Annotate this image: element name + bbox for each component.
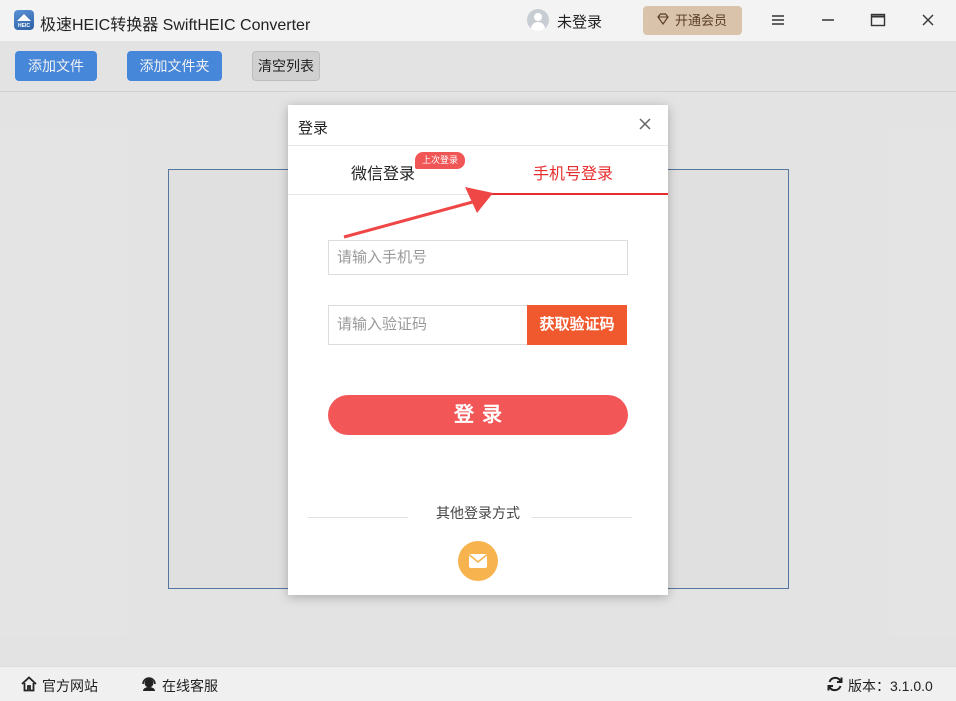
diamond-icon <box>657 13 669 25</box>
verification-code-input[interactable]: 请输入验证码 <box>328 305 528 345</box>
mail-login-button[interactable] <box>458 541 498 581</box>
maximize-icon[interactable] <box>869 11 887 29</box>
arrow-annotation <box>343 187 493 239</box>
online-service-link[interactable]: 在线客服 <box>162 676 218 696</box>
headset-icon[interactable] <box>140 675 158 693</box>
get-code-button[interactable]: 获取验证码 <box>527 305 627 345</box>
mail-icon <box>468 554 488 568</box>
menu-icon[interactable] <box>769 11 787 29</box>
home-icon[interactable] <box>20 675 38 693</box>
user-login-status[interactable]: 未登录 <box>557 11 602 32</box>
app-logo-text: HEIC <box>18 23 30 29</box>
other-login-methods-label: 其他登录方式 <box>436 505 520 521</box>
phone-input[interactable]: 请输入手机号 <box>328 240 628 275</box>
dialog-title: 登录 <box>298 120 329 137</box>
vip-button-label: 开通会员 <box>675 13 728 28</box>
app-title: 极速HEIC转换器 SwiftHEIC Converter <box>40 17 311 34</box>
login-button[interactable]: 登录 <box>328 395 628 435</box>
divider <box>532 517 632 518</box>
refresh-icon[interactable] <box>826 675 844 693</box>
title-bar: HEIC 极速HEIC转换器 SwiftHEIC Converter 未登录 开… <box>0 0 956 42</box>
minimize-icon[interactable] <box>819 11 837 29</box>
tab-phone-login[interactable]: 手机号登录 <box>533 160 613 184</box>
close-icon[interactable] <box>638 117 652 131</box>
login-dialog: 登录 微信登录 上次登录 手机号登录 请输入手机号 请输入验证码 获取验证码 登… <box>288 105 668 595</box>
dialog-header: 登录 <box>288 105 668 146</box>
divider <box>308 517 408 518</box>
version-label: 版本：3.1.0.0 <box>848 678 933 694</box>
user-avatar-icon[interactable] <box>527 9 549 31</box>
vip-button[interactable]: 开通会员 <box>643 6 742 35</box>
last-login-badge: 上次登录 <box>415 152 465 169</box>
tab-wechat-login[interactable]: 微信登录 <box>351 160 415 184</box>
app-logo-icon: HEIC <box>14 10 34 30</box>
active-tab-indicator <box>473 193 668 195</box>
close-icon[interactable] <box>919 11 937 29</box>
status-bar: 官方网站 在线客服 版本：3.1.0.0 <box>0 666 956 701</box>
official-website-link[interactable]: 官方网站 <box>42 676 98 696</box>
